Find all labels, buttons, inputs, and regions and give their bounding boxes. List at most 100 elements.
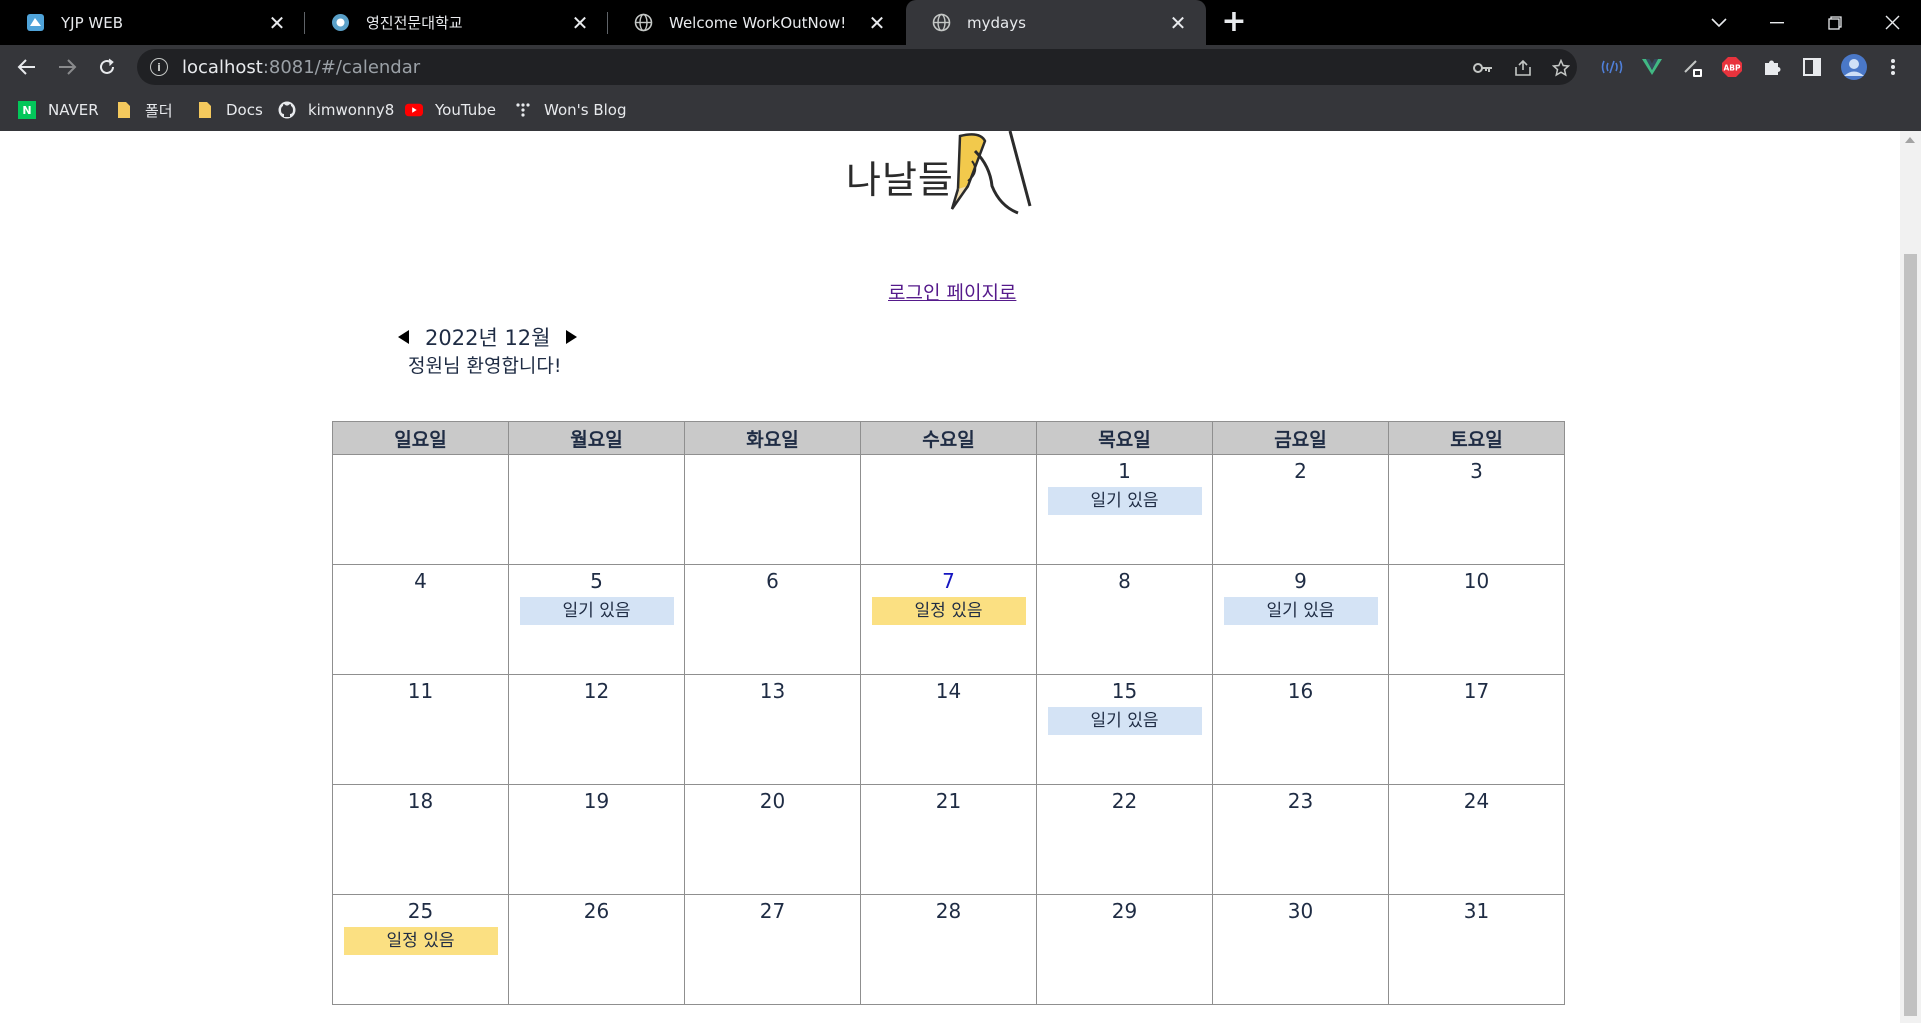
more-menu-icon[interactable] xyxy=(1881,55,1905,79)
day-number: 13 xyxy=(759,679,786,703)
back-arrow-icon[interactable] xyxy=(11,51,43,83)
diary-badge[interactable]: 일기 있음 xyxy=(1047,487,1202,515)
close-icon[interactable]: ✕ xyxy=(265,11,289,35)
extension-signal-icon[interactable] xyxy=(1600,55,1624,79)
schedule-badge[interactable]: 일정 있음 xyxy=(871,597,1026,625)
calendar-day-cell[interactable]: 3 xyxy=(1388,454,1565,565)
forward-arrow-icon[interactable] xyxy=(51,51,83,83)
calendar-day-cell[interactable]: 10 xyxy=(1388,564,1565,675)
tab-search-icon[interactable] xyxy=(1690,0,1748,45)
schedule-badge[interactable]: 일정 있음 xyxy=(343,927,498,955)
calendar-day-cell[interactable]: 6 xyxy=(684,564,861,675)
calendar-day-cell[interactable]: 28 xyxy=(860,894,1037,1005)
side-panel-icon[interactable] xyxy=(1800,55,1824,79)
calendar-table: 일요일 월요일 화요일 수요일 목요일 금요일 토요일 1 일기 있음 2 3 xyxy=(332,421,1565,1005)
day-number-today: 7 xyxy=(942,569,955,593)
calendar-day-cell[interactable] xyxy=(684,454,861,565)
previous-month-icon[interactable] xyxy=(398,330,409,344)
calendar-day-cell[interactable]: 8 xyxy=(1036,564,1213,675)
calendar-day-cell[interactable]: 15 일기 있음 xyxy=(1036,674,1213,785)
login-page-link[interactable]: 로그인 페이지로 xyxy=(888,278,1016,305)
calendar-day-cell[interactable]: 13 xyxy=(684,674,861,785)
day-number: 28 xyxy=(935,899,962,923)
bookmark-label: 폴더 xyxy=(145,101,173,120)
calendar-day-cell[interactable]: 9 일기 있음 xyxy=(1212,564,1389,675)
calendar-day-cell[interactable]: 24 xyxy=(1388,784,1565,895)
tab-strip: YJP WEB ✕ 영진전문대학교 ✕ Welcome WorkOutNow! … xyxy=(0,0,1921,45)
calendar-day-cell[interactable]: 19 xyxy=(508,784,685,895)
calendar-day-cell[interactable]: 22 xyxy=(1036,784,1213,895)
bookmark-folder[interactable]: 폴더 xyxy=(115,99,173,121)
tab-mydays[interactable]: mydays ✕ xyxy=(906,0,1206,45)
diary-badge[interactable]: 일기 있음 xyxy=(519,597,674,625)
share-icon[interactable] xyxy=(1512,57,1534,79)
diary-badge[interactable]: 일기 있음 xyxy=(1223,597,1378,625)
calendar-day-cell[interactable]: 27 xyxy=(684,894,861,1005)
calendar-day-cell[interactable]: 29 xyxy=(1036,894,1213,1005)
calendar-day-cell[interactable] xyxy=(508,454,685,565)
bookmark-star-icon[interactable] xyxy=(1550,57,1572,79)
weekday-header: 토요일 xyxy=(1388,421,1565,455)
day-number: 19 xyxy=(583,789,610,813)
window-close-icon[interactable] xyxy=(1863,0,1921,45)
calendar-day-cell[interactable]: 18 xyxy=(332,784,509,895)
address-path: :8081/#/calendar xyxy=(262,56,421,78)
calendar-day-cell[interactable]: 1 일기 있음 xyxy=(1036,454,1213,565)
bookmark-label: kimwonny8 xyxy=(308,101,395,119)
calendar-day-cell[interactable]: 25 일정 있음 xyxy=(332,894,509,1005)
pencil-hand-logo-icon xyxy=(950,131,1032,215)
calendar-day-cell[interactable]: 7 일정 있음 xyxy=(860,564,1037,675)
minimize-icon[interactable] xyxy=(1748,0,1806,45)
scroll-up-arrow-icon[interactable] xyxy=(1905,137,1915,143)
reload-icon[interactable] xyxy=(91,51,123,83)
calendar-week-row: 11 12 13 14 15 일기 있음 16 17 xyxy=(332,674,1565,785)
profile-avatar[interactable] xyxy=(1840,53,1868,81)
diary-badge[interactable]: 일기 있음 xyxy=(1047,707,1202,735)
calendar-day-cell[interactable]: 21 xyxy=(860,784,1037,895)
close-icon[interactable]: ✕ xyxy=(568,11,592,35)
pen-extension-icon[interactable] xyxy=(1681,55,1705,79)
bookmark-naver[interactable]: N NAVER xyxy=(18,99,99,121)
calendar-day-cell[interactable] xyxy=(332,454,509,565)
tab-yjp-web[interactable]: YJP WEB ✕ xyxy=(0,0,305,45)
bookmark-youtube[interactable]: YouTube xyxy=(405,99,496,121)
calendar-day-cell[interactable]: 26 xyxy=(508,894,685,1005)
key-icon[interactable] xyxy=(1472,57,1494,79)
calendar-day-cell[interactable]: 16 xyxy=(1212,674,1389,785)
tab-workoutnow[interactable]: Welcome WorkOutNow! ✕ xyxy=(608,0,905,45)
address-bar[interactable]: i localhost :8081/#/calendar xyxy=(137,49,1577,85)
adblock-plus-icon[interactable]: ABP xyxy=(1720,55,1744,79)
close-icon[interactable]: ✕ xyxy=(1166,11,1190,35)
tab-yeungjin[interactable]: 영진전문대학교 ✕ xyxy=(305,0,608,45)
day-number: 17 xyxy=(1463,679,1490,703)
next-month-icon[interactable] xyxy=(566,330,578,344)
calendar-day-cell[interactable]: 20 xyxy=(684,784,861,895)
bookmark-github[interactable]: kimwonny8 xyxy=(278,99,394,121)
restore-icon[interactable] xyxy=(1806,0,1864,45)
calendar-day-cell[interactable] xyxy=(860,454,1037,565)
calendar-day-cell[interactable]: 2 xyxy=(1212,454,1389,565)
scrollbar-thumb[interactable] xyxy=(1904,254,1917,1016)
new-tab-button[interactable]: + xyxy=(1219,7,1249,38)
naver-icon: N xyxy=(18,101,36,119)
calendar-day-cell[interactable]: 31 xyxy=(1388,894,1565,1005)
calendar-day-cell[interactable]: 30 xyxy=(1212,894,1389,1005)
calendar-day-cell[interactable]: 14 xyxy=(860,674,1037,785)
calendar-day-cell[interactable]: 11 xyxy=(332,674,509,785)
calendar-day-cell[interactable]: 12 xyxy=(508,674,685,785)
vue-devtools-icon[interactable] xyxy=(1640,55,1664,79)
page-viewport: 나날들 로그인 페이지로 2022년 12월 정원님 환영합니다! 일요일 월요… xyxy=(0,131,1900,1023)
bookmark-wons-blog[interactable]: Won's Blog xyxy=(514,99,627,121)
page-scrollbar[interactable] xyxy=(1900,131,1921,1023)
weekday-header-row: 일요일 월요일 화요일 수요일 목요일 금요일 토요일 xyxy=(332,421,1565,455)
calendar-day-cell[interactable]: 23 xyxy=(1212,784,1389,895)
calendar-day-cell[interactable]: 4 xyxy=(332,564,509,675)
day-number: 26 xyxy=(583,899,610,923)
calendar-day-cell[interactable]: 5 일기 있음 xyxy=(508,564,685,675)
blog-icon xyxy=(514,101,532,119)
close-icon[interactable]: ✕ xyxy=(865,11,889,35)
calendar-day-cell[interactable]: 17 xyxy=(1388,674,1565,785)
bookmark-docs[interactable]: Docs xyxy=(196,99,263,121)
extensions-puzzle-icon[interactable] xyxy=(1760,55,1784,79)
site-info-icon[interactable]: i xyxy=(150,58,168,76)
